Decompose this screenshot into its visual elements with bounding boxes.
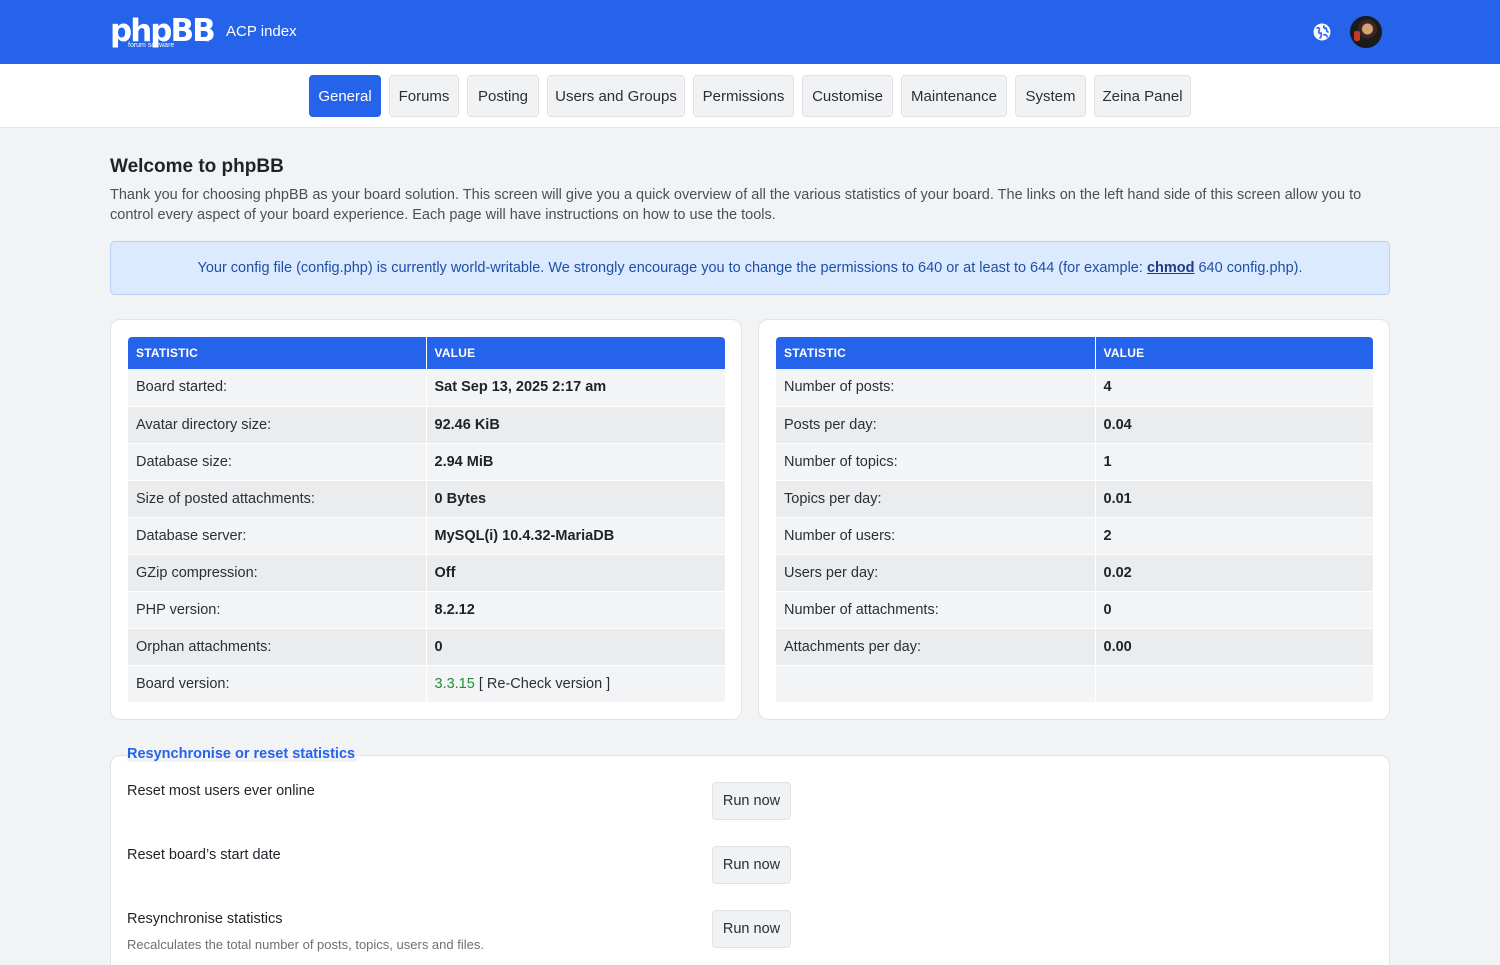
stat-value: 4	[1094, 369, 1373, 407]
resync-legend: Resynchronise or reset statistics	[127, 746, 358, 762]
stat-label: PHP version:	[128, 591, 426, 629]
resync-statistics-label: Resynchronise statistics	[127, 911, 283, 927]
stat-label: Orphan attachments:	[128, 628, 426, 666]
stat-value: 0	[1094, 591, 1373, 629]
statistics-panel-left: STATISTIC VALUE Board started: Sat Sep 13…	[110, 319, 742, 720]
stat-label: Database server:	[128, 517, 426, 555]
config-writable-notice: Your config file (config.php) is current…	[110, 241, 1390, 295]
tab-customise[interactable]: Customise	[802, 75, 893, 117]
stat-label: Number of attachments:	[776, 591, 1095, 629]
stat-value: 0.00	[1094, 628, 1373, 666]
stat-label: Board version:	[128, 665, 426, 703]
tab-system[interactable]: System	[1015, 75, 1086, 117]
stat-value: 2.94 MiB	[425, 443, 725, 481]
table-row: Number of topics: 1	[776, 443, 1373, 481]
stat-label: Number of users:	[776, 517, 1095, 555]
stat-label: GZip compression:	[128, 554, 426, 592]
table-row: GZip compression: Off	[128, 554, 725, 592]
table-row: Topics per day: 0.01	[776, 480, 1373, 518]
stat-value: MySQL(i) 10.4.32-MariaDB	[425, 517, 725, 555]
tab-maintenance[interactable]: Maintenance	[901, 75, 1007, 117]
table-row: Database size: 2.94 MiB	[128, 443, 725, 481]
table-row: Board started: Sat Sep 13, 2025 2:17 am	[128, 369, 725, 407]
stat-label: Topics per day:	[776, 480, 1095, 518]
column-header-value: VALUE	[1094, 337, 1373, 369]
top-bar: phpBB forum software ® ACP index	[0, 0, 1500, 64]
stat-label: Size of posted attachments:	[128, 480, 426, 518]
main-nav: General Forums Posting Users and Groups …	[0, 64, 1500, 128]
stat-label: Users per day:	[776, 554, 1095, 592]
stat-value: 2	[1094, 517, 1373, 555]
tab-general[interactable]: General	[309, 75, 381, 117]
notice-text-end: 640 config.php).	[1194, 260, 1303, 276]
stat-label: Database size:	[128, 443, 426, 481]
welcome-text: Thank you for choosing phpBB as your boa…	[110, 187, 1362, 223]
stat-label: Board started:	[128, 369, 426, 407]
chmod-link[interactable]: chmod	[1147, 260, 1195, 276]
stat-value: 0.04	[1094, 406, 1373, 444]
resync-statistics-description: Recalculates the total number of posts, …	[127, 937, 484, 952]
table-row: PHP version: 8.2.12	[128, 591, 725, 629]
board-version-number: 3.3.15	[434, 675, 475, 692]
logo-subtitle: forum software	[128, 42, 175, 49]
column-header-statistic: STATISTIC	[776, 337, 1095, 369]
table-row: Database server: MySQL(i) 10.4.32-MariaDB	[128, 517, 725, 555]
tab-posting[interactable]: Posting	[467, 75, 539, 117]
stat-value: 0 Bytes	[425, 480, 725, 518]
tab-users-and-groups[interactable]: Users and Groups	[547, 75, 685, 117]
stat-value: Sat Sep 13, 2025 2:17 am	[425, 369, 725, 407]
table-row: Number of posts: 4	[776, 369, 1373, 407]
stat-label: Number of posts:	[776, 369, 1095, 407]
avatar[interactable]	[1350, 16, 1382, 48]
table-row: Attachments per day: 0.00	[776, 628, 1373, 666]
stat-value: 92.46 KiB	[425, 406, 725, 444]
page-title[interactable]: ACP index	[226, 23, 297, 40]
stat-label: Posts per day:	[776, 406, 1095, 444]
tab-zeina-panel[interactable]: Zeina Panel	[1094, 75, 1191, 117]
stat-value: 0	[425, 628, 725, 666]
globe-icon[interactable]	[1312, 22, 1332, 42]
table-row	[776, 665, 1373, 703]
table-row: Orphan attachments: 0	[128, 628, 725, 666]
logo-registered-mark: ®	[205, 38, 210, 44]
stat-value: 3.3.15 [ Re-Check version ]	[425, 665, 725, 703]
table-row: Number of attachments: 0	[776, 591, 1373, 629]
column-header-statistic: STATISTIC	[128, 337, 426, 369]
resync-statistics-run-button[interactable]: Run now	[712, 910, 791, 948]
stat-value: 0.01	[1094, 480, 1373, 518]
reset-start-date-label: Reset board’s start date	[127, 847, 281, 863]
table-row: Board version: 3.3.15 [ Re-Check version…	[128, 665, 725, 703]
stat-label: Avatar directory size:	[128, 406, 426, 444]
stat-value	[1094, 665, 1373, 703]
tab-forums[interactable]: Forums	[389, 75, 459, 117]
stat-value: 1	[1094, 443, 1373, 481]
table-row: Users per day: 0.02	[776, 554, 1373, 592]
recheck-version-link[interactable]: [ Re-Check version ]	[475, 676, 610, 692]
column-header-value: VALUE	[425, 337, 725, 369]
statistics-table-left: STATISTIC VALUE Board started: Sat Sep 13…	[128, 337, 725, 703]
phpbb-logo[interactable]: phpBB forum software ®	[110, 14, 216, 50]
stat-value: 8.2.12	[425, 591, 725, 629]
tab-permissions[interactable]: Permissions	[693, 75, 794, 117]
table-row: Size of posted attachments: 0 Bytes	[128, 480, 725, 518]
stat-value: Off	[425, 554, 725, 592]
table-row: Avatar directory size: 92.46 KiB	[128, 406, 725, 444]
table-row: Number of users: 2	[776, 517, 1373, 555]
statistics-table-right: STATISTIC VALUE Number of posts: 4 Posts …	[776, 337, 1373, 703]
stat-label	[776, 665, 1095, 703]
reset-start-date-run-button[interactable]: Run now	[712, 846, 791, 884]
stat-value: 0.02	[1094, 554, 1373, 592]
welcome-title: Welcome to phpBB	[110, 156, 284, 177]
stat-label: Number of topics:	[776, 443, 1095, 481]
reset-most-users-run-button[interactable]: Run now	[712, 782, 791, 820]
statistics-panel-right: STATISTIC VALUE Number of posts: 4 Posts …	[758, 319, 1390, 720]
table-row: Posts per day: 0.04	[776, 406, 1373, 444]
stat-label: Attachments per day:	[776, 628, 1095, 666]
notice-text-start: Your config file (config.php) is current…	[197, 260, 1147, 276]
reset-most-users-label: Reset most users ever online	[127, 783, 315, 799]
